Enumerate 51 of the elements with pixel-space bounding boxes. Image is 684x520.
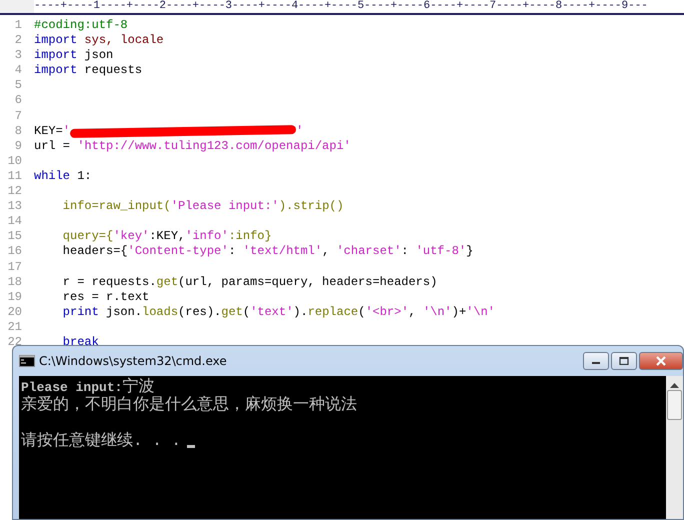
text-cursor — [187, 445, 196, 448]
code-line: KEY=' ' — [34, 124, 304, 139]
code-line: url = 'http://www.tuling123.com/openapi/api' — [34, 138, 351, 154]
line-number: 1 — [14, 18, 23, 34]
code-line: import json — [34, 48, 114, 64]
code-line: headers={'Content-type': 'text/html', 'charset': 'utf-8'} — [62, 244, 474, 260]
line-number: 11 — [6, 168, 23, 184]
line-number: 4 — [14, 63, 23, 78]
console-icon — [19, 355, 35, 367]
console-output: 亲爱的，不明白你是什么意思，麻烦换一种说法 — [21, 396, 357, 414]
maximize-icon — [619, 357, 629, 365]
line-number: 8 — [14, 124, 23, 139]
code-line: break — [62, 334, 99, 345]
code-line: import requests — [34, 63, 142, 78]
ruler-margin — [0, 0, 34, 13]
line-number: 10 — [6, 154, 23, 169]
code-line: query={'key':KEY,'info':info} — [62, 229, 272, 244]
window-title: C:\Windows\system32\cmd.exe — [39, 354, 228, 368]
line-number: 15 — [6, 229, 23, 244]
code-line: res = r.text — [62, 290, 150, 305]
maximize-button[interactable] — [611, 352, 637, 370]
line-number: 7 — [14, 108, 23, 124]
code-line: #coding:utf-8 — [34, 18, 128, 34]
line-number: 5 — [14, 78, 23, 94]
minimize-button[interactable] — [583, 352, 609, 370]
line-number: 6 — [14, 93, 23, 109]
line-number: 2 — [14, 33, 23, 48]
line-number: 14 — [6, 214, 23, 230]
line-number: 16 — [6, 244, 23, 260]
code-line: import sys, locale — [34, 33, 164, 48]
line-number: 12 — [6, 184, 23, 200]
console-output: 请按任意键继续. . . — [21, 432, 182, 450]
line-number: 22 — [6, 334, 23, 345]
scrollbar-thumb[interactable] — [667, 390, 682, 420]
console-output: Please input:宁波 — [21, 378, 154, 396]
line-number: 18 — [6, 274, 23, 290]
close-button[interactable] — [639, 352, 683, 370]
up-arrow-icon — [670, 382, 679, 388]
code-line: r = requests.get(url, params=query, headers=headers) — [62, 274, 438, 290]
code-line: print json.loads(res).get('text').replace('<br>', '\n')+'\n' — [62, 304, 495, 320]
line-number: 13 — [6, 199, 23, 214]
close-icon — [655, 356, 667, 366]
line-number: 19 — [6, 290, 23, 305]
line-number: 21 — [6, 320, 23, 335]
line-number: 17 — [6, 260, 23, 275]
line-number: 9 — [14, 138, 23, 154]
scrollbar[interactable] — [666, 376, 683, 519]
line-number: 20 — [6, 304, 23, 320]
code-line: info=raw_input('Please input:').strip() — [62, 199, 344, 214]
line-number: 3 — [14, 48, 23, 64]
code-line: while 1: — [34, 168, 92, 184]
